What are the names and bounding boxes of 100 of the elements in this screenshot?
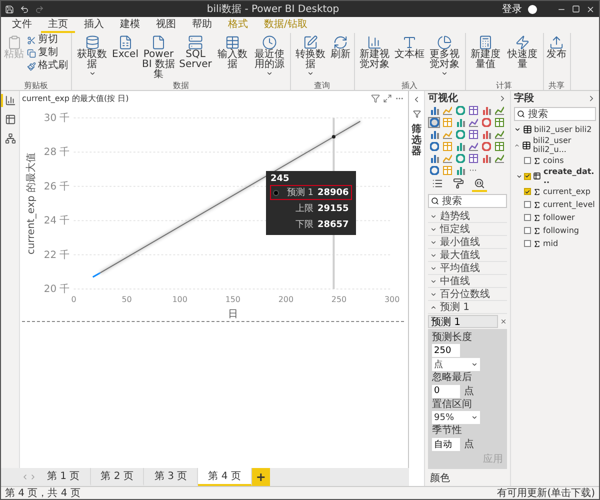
- checkbox[interactable]: [524, 172, 532, 180]
- section-header[interactable]: 恒定线: [428, 223, 507, 236]
- visual-type-button[interactable]: [493, 141, 505, 152]
- ribbon-button[interactable]: 格式刷: [26, 60, 69, 72]
- ribbon-button[interactable]: 输入数据: [214, 34, 250, 71]
- forecast-name-input[interactable]: 预测 1: [428, 315, 498, 328]
- visual-type-button[interactable]: [480, 141, 492, 152]
- visual-type-button[interactable]: [467, 129, 479, 140]
- section-header[interactable]: 百分位数线: [428, 288, 507, 301]
- visual-type-button[interactable]: [467, 117, 479, 128]
- page-tab[interactable]: 第 4 页: [198, 468, 252, 486]
- ribbon-button[interactable]: SQL Server: [178, 34, 214, 71]
- checkbox[interactable]: [524, 157, 531, 164]
- visual-type-button[interactable]: [454, 165, 466, 176]
- visual-type-button[interactable]: [493, 105, 505, 116]
- chevron-down-icon[interactable]: [514, 126, 521, 133]
- visual-type-button[interactable]: [480, 153, 492, 164]
- ribbon-button[interactable]: 最近使用的源: [252, 34, 288, 78]
- filter-icon[interactable]: [371, 94, 380, 103]
- ribbon-button[interactable]: 刷新: [330, 34, 352, 61]
- checkbox[interactable]: [524, 201, 531, 208]
- visual-type-button[interactable]: [428, 129, 440, 140]
- field-name[interactable]: current_exp: [543, 187, 590, 196]
- field-name[interactable]: mid: [543, 239, 558, 248]
- collapse-icon[interactable]: [587, 94, 596, 102]
- section-header[interactable]: 最大值线: [428, 249, 507, 262]
- field-name[interactable]: coins: [543, 156, 564, 165]
- ribbon-button[interactable]: 复制: [26, 47, 69, 59]
- visual-type-button[interactable]: [467, 141, 479, 152]
- save-icon[interactable]: [5, 4, 14, 14]
- forecast-length-input[interactable]: 250: [432, 344, 460, 357]
- ribbon-tab[interactable]: 插入: [77, 17, 111, 33]
- maximize-icon[interactable]: [572, 5, 580, 13]
- section-header[interactable]: 颜色: [428, 469, 507, 487]
- visual-type-button[interactable]: [454, 153, 466, 164]
- visual-type-button[interactable]: [467, 105, 479, 116]
- ribbon-button[interactable]: 文本框: [394, 34, 426, 61]
- sign-in-link[interactable]: 登录: [502, 2, 522, 16]
- visual-type-button[interactable]: [454, 105, 466, 116]
- expand-icon[interactable]: [412, 95, 421, 104]
- undo-icon[interactable]: [20, 4, 29, 14]
- avatar-icon[interactable]: [528, 4, 537, 14]
- update-notice[interactable]: 有可用更新(单击下载): [497, 486, 595, 500]
- visual-type-button[interactable]: [441, 105, 453, 116]
- ignore-last-input[interactable]: 0: [432, 384, 460, 398]
- visual-type-button[interactable]: [454, 117, 466, 128]
- table-name[interactable]: bili2_user bili2_u...: [532, 136, 596, 154]
- field-name[interactable]: current_level: [543, 200, 595, 209]
- visual-type-button[interactable]: [454, 129, 466, 140]
- section-header[interactable]: 预测 1: [428, 301, 507, 314]
- section-header[interactable]: 最小值线: [428, 236, 507, 249]
- ribbon-tab[interactable]: 帮助: [185, 17, 219, 33]
- ribbon-button[interactable]: 发布: [546, 34, 568, 61]
- visual-type-button[interactable]: [428, 165, 440, 176]
- section-header[interactable]: 中值线: [428, 275, 507, 288]
- visual-type-button[interactable]: [493, 153, 505, 164]
- remove-button[interactable]: [500, 318, 507, 325]
- ribbon-button[interactable]: 快速度量: [504, 34, 540, 71]
- visual-type-button[interactable]: [467, 153, 479, 164]
- visual-type-button[interactable]: [454, 141, 466, 152]
- collapse-icon[interactable]: [498, 94, 507, 102]
- search-field[interactable]: 搜索: [428, 194, 507, 208]
- seasonality-input[interactable]: 自动: [432, 438, 460, 450]
- ribbon-button[interactable]: 更多视觉对象: [426, 34, 462, 78]
- checkbox[interactable]: [524, 214, 531, 221]
- more-visuals-button[interactable]: ···: [467, 165, 479, 176]
- ribbon-tab[interactable]: 视图: [149, 17, 183, 33]
- field-name[interactable]: follower: [543, 213, 575, 222]
- chevron-down-icon[interactable]: [516, 172, 522, 180]
- checkbox[interactable]: [524, 188, 531, 195]
- visual-type-button[interactable]: [428, 117, 440, 128]
- checkbox[interactable]: [524, 227, 531, 234]
- close-icon[interactable]: [586, 4, 595, 14]
- section-header[interactable]: 平均值线: [428, 262, 507, 275]
- confidence-dropdown[interactable]: 95%: [432, 411, 480, 424]
- ribbon-button[interactable]: 新建度量值: [468, 34, 504, 71]
- visual-type-button[interactable]: [493, 117, 505, 128]
- ribbon-button[interactable]: Excel: [111, 34, 140, 61]
- previous-icon[interactable]: [21, 473, 29, 481]
- visual-type-button[interactable]: [441, 129, 453, 140]
- visual-type-button[interactable]: [480, 105, 492, 116]
- redo-icon[interactable]: [35, 4, 44, 14]
- ribbon-button[interactable]: Power BI 数据集: [140, 34, 176, 81]
- add-page-button[interactable]: +: [252, 468, 270, 486]
- pane-tab[interactable]: [472, 178, 487, 192]
- search-field[interactable]: 搜索: [514, 107, 596, 121]
- ribbon-button[interactable]: 新建视觉对象: [356, 34, 392, 71]
- section-header[interactable]: 趋势线: [428, 210, 507, 223]
- visual-type-button[interactable]: [428, 105, 440, 116]
- ribbon-tab[interactable]: 文件: [5, 17, 39, 33]
- field-name[interactable]: create_dat...: [543, 167, 596, 185]
- visual-type-button[interactable]: [428, 153, 440, 164]
- ribbon-tab[interactable]: 建模: [113, 17, 147, 33]
- visual-type-button[interactable]: [441, 153, 453, 164]
- checkbox[interactable]: [524, 240, 531, 247]
- visual-type-button[interactable]: [428, 141, 440, 152]
- focus-mode-icon[interactable]: [383, 94, 392, 103]
- ribbon-button[interactable]: 转换数据: [292, 34, 328, 78]
- visual-type-button[interactable]: [480, 117, 492, 128]
- chevron-up-icon[interactable]: [514, 142, 520, 148]
